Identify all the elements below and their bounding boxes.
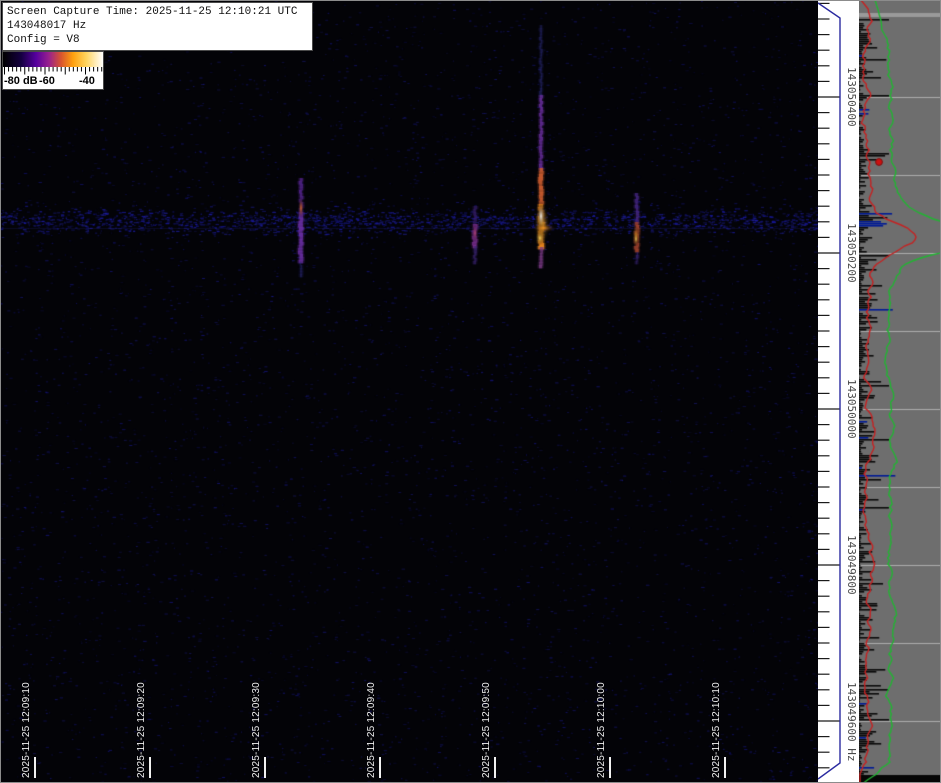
- frequency-tick-label: 143049600 Hz: [845, 681, 858, 761]
- time-tick-label: 2025-11-25 12:09:20: [136, 682, 147, 778]
- time-tick-mark: [724, 757, 726, 778]
- capture-info-box: Screen Capture Time: 2025-11-25 12:10:21…: [2, 2, 313, 51]
- time-tick-label: 2025-11-25 12:09:40: [366, 682, 377, 778]
- frequency-tick-label: 143050400: [845, 67, 858, 127]
- time-tick-mark: [264, 757, 266, 778]
- colorbar-labels: -80 dB -60 -40: [3, 75, 103, 89]
- time-tick-label: 2025-11-25 12:09:10: [21, 682, 32, 778]
- time-tick-label: 2025-11-25 12:09:30: [251, 682, 262, 778]
- time-tick-label: 2025-11-25 12:09:50: [481, 682, 492, 778]
- time-tick-mark: [494, 757, 496, 778]
- time-tick-mark: [34, 757, 36, 778]
- frequency-tick-label: 143050000: [845, 379, 858, 439]
- colorbar-tick-ruler: [4, 67, 103, 75]
- spectrogram-waterfall: [0, 0, 818, 783]
- spectrum-display-panel: [859, 0, 941, 783]
- screen-capture-time: Screen Capture Time: 2025-11-25 12:10:21…: [7, 6, 298, 18]
- frequency-tick-label: 143050200: [845, 223, 858, 283]
- colorbar-mid-label: -60: [39, 75, 55, 87]
- time-tick-label: 2025-11-25 12:10:00: [596, 682, 607, 778]
- center-frequency: 143048017 Hz: [7, 20, 87, 32]
- colorbar-min-label: -80 dB: [4, 75, 38, 87]
- time-tick-label: 2025-11-25 12:10:10: [711, 682, 722, 778]
- frequency-axis-bracket: [818, 2, 841, 780]
- time-tick-mark: [609, 757, 611, 778]
- colorbar-gradient: [3, 52, 103, 67]
- frequency-axis: 143050400 143050200 143050000 143049800 1430…: [818, 0, 859, 783]
- frequency-tick-label: 143049800: [845, 535, 858, 595]
- config-label: Config = V8: [7, 34, 80, 46]
- time-tick-mark: [149, 757, 151, 778]
- colorbar-max-label: -40: [79, 75, 95, 87]
- time-tick-mark: [379, 757, 381, 778]
- meteor-scatter-monitor-screen: 143050400 143050200 143050000 143049800 1430…: [0, 0, 941, 783]
- intensity-colorbar: -80 dB -60 -40: [2, 51, 104, 90]
